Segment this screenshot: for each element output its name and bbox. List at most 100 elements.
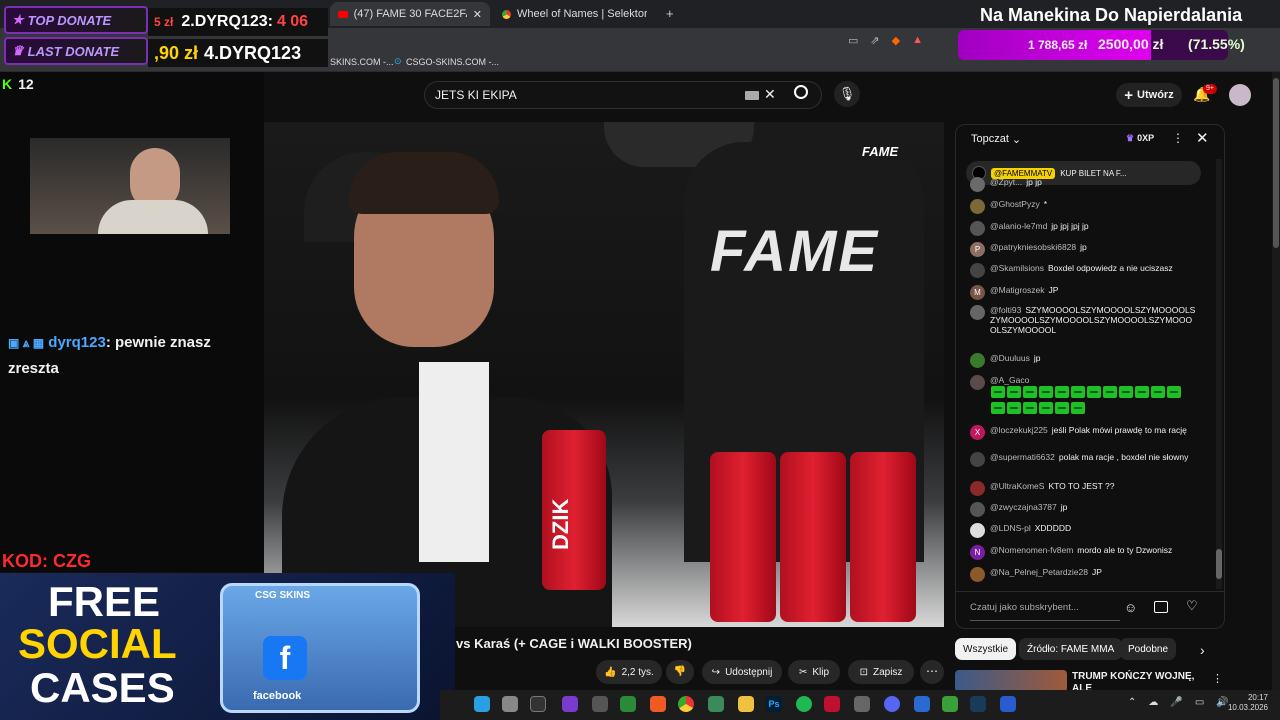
chat-message[interactable]: @Na_Pelnej_Petardzie28 JP (970, 567, 1196, 582)
chat-author[interactable]: @Duuluus (990, 353, 1030, 363)
save-button[interactable]: ⊡ Zapisz (848, 660, 914, 684)
chat-author[interactable]: @patrykniesobski6828 (990, 242, 1076, 252)
chat-message[interactable]: @Zpyt... jp jp (970, 177, 1196, 192)
emoji-icon[interactable]: ☺ (1124, 600, 1137, 615)
folder-icon[interactable] (738, 696, 754, 712)
photoshop-icon[interactable]: Ps (766, 696, 782, 712)
chat-author[interactable]: @Nomenomen-fv8em (990, 545, 1073, 555)
page-scroll-thumb[interactable] (1273, 78, 1279, 248)
minecraft-icon[interactable] (942, 696, 958, 712)
clip-button[interactable]: ✂ Klip (788, 660, 840, 684)
app-icon[interactable] (562, 696, 578, 712)
like-button[interactable]: 👍 2,2 tys. (596, 660, 662, 684)
app-icon[interactable] (592, 696, 608, 712)
chat-scroll-thumb[interactable] (1216, 549, 1222, 579)
chat-author[interactable]: @A_Gaco (990, 375, 1029, 385)
keyboard-icon[interactable] (745, 91, 759, 100)
more-button[interactable]: ⋯ (920, 660, 944, 684)
search-icon[interactable] (794, 85, 808, 99)
chrome-icon[interactable] (678, 696, 694, 712)
steam-icon[interactable] (970, 696, 986, 712)
camera-icon[interactable] (502, 696, 518, 712)
brave-icon[interactable]: ◆ (892, 34, 900, 47)
chat-message[interactable]: P @patrykniesobski6828 jp (970, 242, 1196, 257)
discord-icon[interactable] (884, 696, 900, 712)
chat-author[interactable]: @Na_Pelnej_Petardzie28 (990, 567, 1088, 577)
app-icon[interactable] (1000, 696, 1016, 712)
mic-icon[interactable]: 🎙 (834, 81, 860, 107)
app-icon[interactable] (914, 696, 930, 712)
chat-author[interactable]: @Matigroszek (990, 285, 1044, 295)
chat-author[interactable]: @supermati6632 (990, 452, 1055, 462)
tab-fame[interactable]: (47) FAME 30 FACE2FACE: Wa ✕ (330, 2, 490, 26)
bookmark-item[interactable]: SKINS.COM -... (330, 57, 394, 67)
excel-icon[interactable] (620, 696, 636, 712)
chat-message[interactable]: @A_Gaco (970, 375, 1196, 417)
app-icon[interactable] (854, 696, 870, 712)
system-tray[interactable]: ⌃ ☁ 🎤 ▭ 🔊 (1128, 697, 1229, 708)
chat-message[interactable]: @folti93 SZYMOOOOLSZYMOOOOLSZYMOOOOLSZYMO… (970, 305, 1196, 335)
brave-icon[interactable] (650, 696, 666, 712)
chat-message[interactable]: @Skamilsions Boxdel odpowiedz a nie ucisz… (970, 263, 1196, 278)
chat-message[interactable]: @LDNS-pl XDDDDD (970, 523, 1196, 538)
chat-input[interactable]: Czatuj jako subskrybent... (970, 595, 1120, 621)
obs-icon[interactable] (530, 696, 546, 712)
clear-icon[interactable]: ✕ (764, 86, 776, 103)
mic-icon[interactable]: 🎤 (1170, 697, 1182, 708)
super-chat-icon[interactable] (1154, 601, 1168, 613)
create-button[interactable]: + Utwórz (1116, 83, 1182, 107)
share-button[interactable]: ↪ Udostępnij (702, 660, 782, 684)
more-vert-icon[interactable]: ⋮ (1172, 131, 1184, 145)
app-icon[interactable] (708, 696, 724, 712)
monitor-icon[interactable]: ▭ (1195, 697, 1204, 708)
chevron-up-icon[interactable]: ⌃ (1128, 697, 1136, 708)
app-icon[interactable] (824, 696, 840, 712)
cloud-icon[interactable]: ☁ (1148, 697, 1158, 708)
chat-author[interactable]: @folti93 (990, 305, 1021, 315)
dislike-button[interactable]: 👎 (666, 660, 694, 684)
chat-message[interactable]: @GhostPyzy * (970, 199, 1196, 214)
chat-message[interactable]: N @Nomenomen-fv8em mordo ale to ty Dzwonis… (970, 545, 1196, 560)
video-player[interactable]: FAME FAME DZIK (264, 122, 944, 627)
chat-message[interactable]: M @Matigroszek JP (970, 285, 1196, 300)
chat-mode-dropdown[interactable]: Topczat ⌄ (971, 133, 1021, 146)
chat-author[interactable]: @GhostPyzy (990, 199, 1040, 209)
chip-all[interactable]: Wszystkie (955, 638, 1016, 660)
chat-message[interactable]: @alanio-le7md jp jpj jpj jp (970, 221, 1196, 236)
chat-message[interactable]: X @loczekukj225 jeśli Polak mówi prawdę to… (970, 425, 1196, 440)
chevron-right-icon[interactable]: › (1200, 642, 1205, 658)
bookmark-item[interactable]: CSGO-SKINS.COM -... (406, 57, 499, 67)
cast-icon[interactable]: ▭ (848, 34, 858, 47)
emote-icon (1167, 386, 1181, 398)
chat-author[interactable]: @UltraKomeS (990, 481, 1044, 491)
chat-message[interactable]: @UltraKomeS KTO TO JEST ?? (970, 481, 1196, 496)
chat-message[interactable]: @supermati6632 polak ma racje , boxdel ni… (970, 452, 1196, 467)
page-scrollbar[interactable] (1272, 72, 1280, 690)
new-tab-button[interactable]: + (666, 6, 674, 21)
telegram-icon[interactable] (474, 696, 490, 712)
spotify-icon[interactable] (796, 696, 812, 712)
recommendation-thumbnail[interactable] (955, 670, 1067, 692)
close-icon[interactable]: ✕ (1196, 129, 1209, 147)
avatar[interactable] (1229, 84, 1251, 106)
points-badge[interactable]: ♛ 0XP (1126, 133, 1154, 144)
close-icon[interactable]: ✕ (473, 8, 482, 21)
chat-author[interactable]: @Skamilsions (990, 263, 1044, 273)
chat-message[interactable]: @zwyczajna3787 jp (970, 502, 1196, 517)
alert-icon[interactable]: ▲ (912, 34, 923, 47)
chat-scrollbar[interactable] (1216, 159, 1222, 589)
more-vert-icon[interactable]: ⋮ (1212, 672, 1223, 685)
chat-author[interactable]: @Zpyt... (990, 177, 1022, 187)
heart-icon[interactable]: ♡ (1186, 598, 1198, 614)
tab-wheel[interactable]: Wheel of Names | Selektor nazw los (494, 2, 660, 26)
chat-author[interactable]: @zwyczajna3787 (990, 502, 1057, 512)
chat-author[interactable]: @alanio-le7md (990, 221, 1047, 231)
clock[interactable]: 20:17 10.03.2026 (1226, 693, 1268, 713)
chat-author[interactable]: @LDNS-pl (990, 523, 1031, 533)
chat-author[interactable]: @loczekukj225 (990, 425, 1048, 435)
share-icon[interactable]: ⇗ (870, 34, 879, 47)
search-input[interactable]: JETS KI EKIPA (424, 81, 822, 109)
chip-similar[interactable]: Podobne (1120, 638, 1177, 660)
chat-message[interactable]: @Duuluus jp (970, 353, 1196, 368)
chip-source[interactable]: Źródło: FAME MMA (1019, 638, 1123, 660)
